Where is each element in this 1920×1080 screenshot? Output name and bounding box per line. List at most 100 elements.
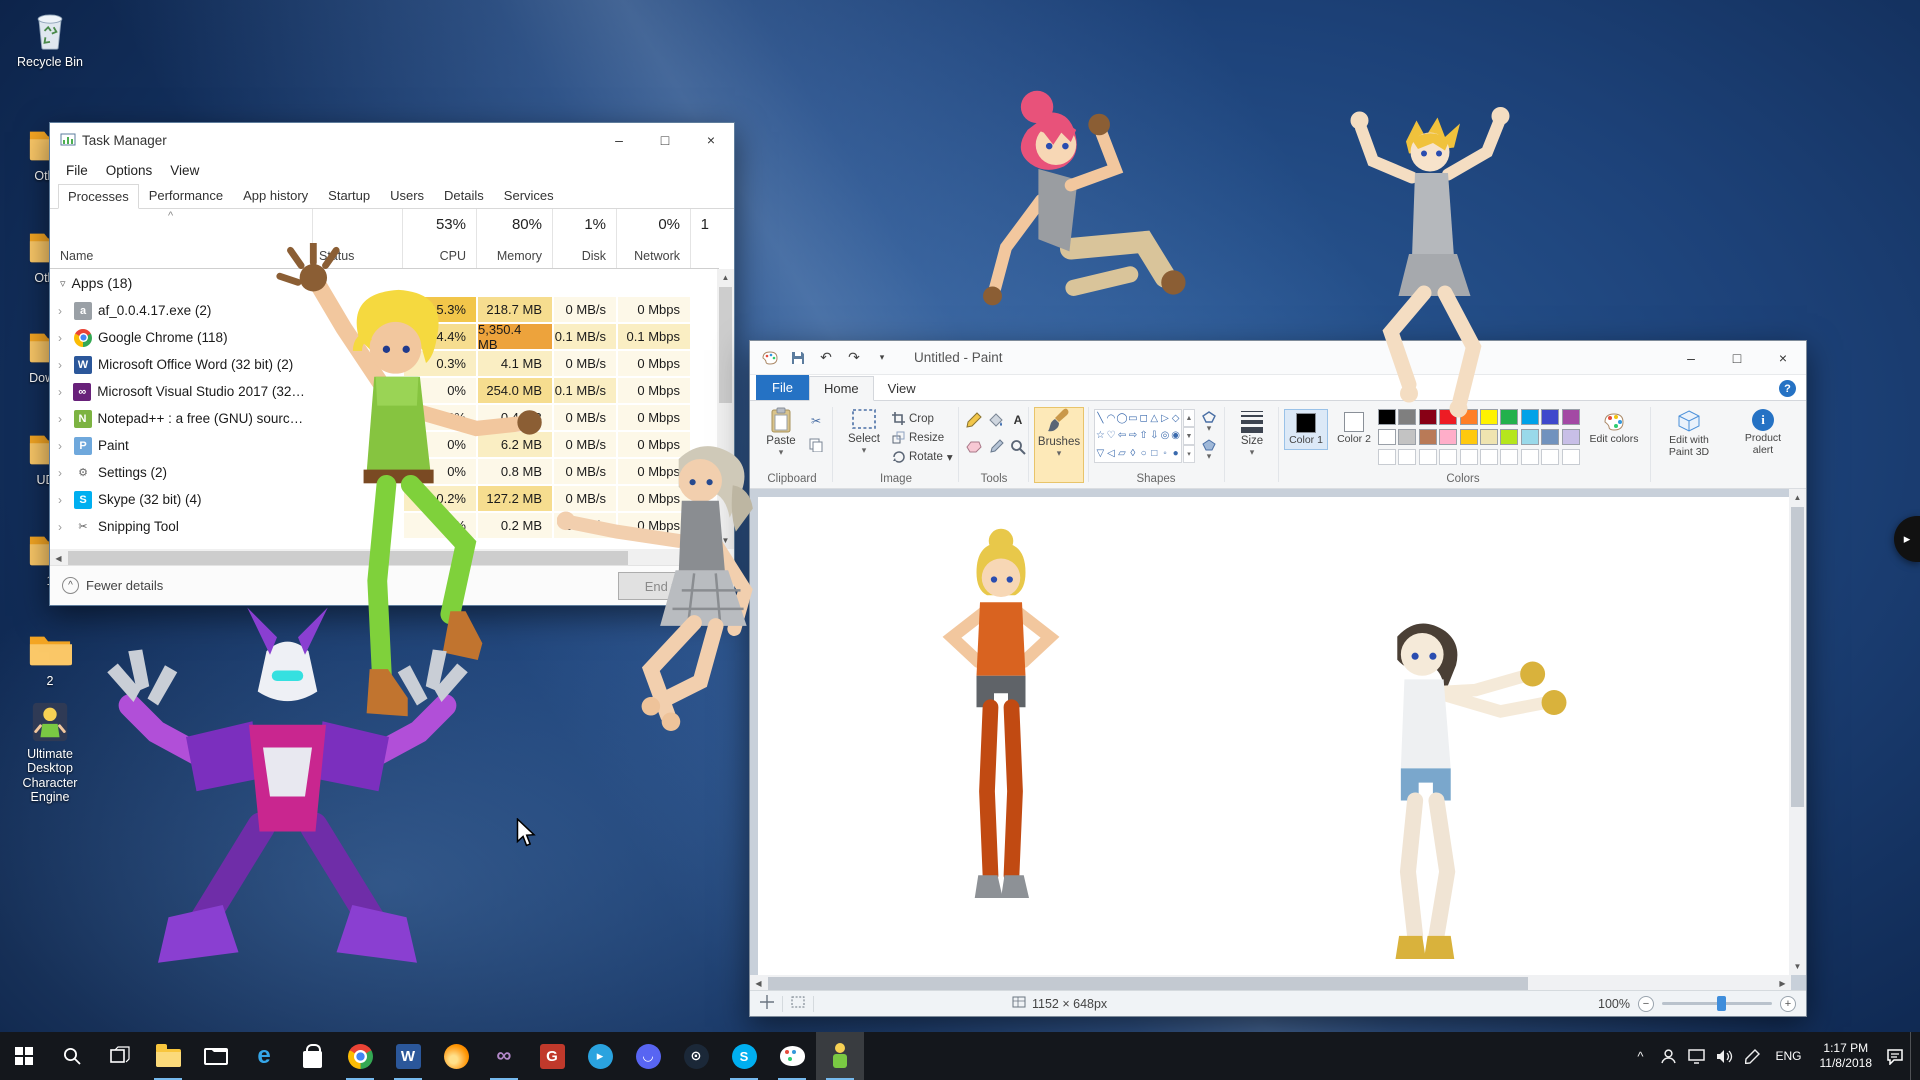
task-view-button[interactable]	[96, 1032, 144, 1080]
taskbar-app-mail[interactable]	[192, 1032, 240, 1080]
tab-performance[interactable]: Performance	[139, 183, 233, 208]
palette-swatch[interactable]	[1562, 409, 1580, 425]
redo-icon[interactable]: ↷	[844, 348, 864, 368]
taskbar-app-store[interactable]	[288, 1032, 336, 1080]
expand-icon[interactable]: ›	[58, 466, 68, 480]
paint-canvas[interactable]	[758, 497, 1791, 975]
shape-icon[interactable]: ●	[1170, 445, 1181, 462]
rotate-button[interactable]: Rotate ▾	[892, 448, 953, 465]
palette-swatch-empty[interactable]	[1541, 449, 1559, 465]
expand-icon[interactable]: ›	[58, 358, 68, 372]
taskbar-app-steam[interactable]: ⊙	[672, 1032, 720, 1080]
tab-processes[interactable]: Processes	[58, 184, 139, 209]
column-name[interactable]: Name	[60, 249, 93, 263]
shape-icon[interactable]: ◇	[1170, 410, 1181, 427]
action-center-icon[interactable]	[1882, 1032, 1908, 1080]
select-button[interactable]: Select ▾	[840, 407, 888, 454]
minimize-icon[interactable]: –	[596, 123, 642, 157]
brushes-button[interactable]: Brushes ▾	[1034, 407, 1084, 483]
shape-icon[interactable]: ▽	[1095, 445, 1106, 462]
zoom-slider-thumb[interactable]	[1717, 996, 1726, 1011]
taskbar-app-skype[interactable]: S	[720, 1032, 768, 1080]
palette-swatch-empty[interactable]	[1521, 449, 1539, 465]
shape-icon[interactable]: ☆	[1095, 427, 1106, 444]
menu-view[interactable]: View	[162, 160, 207, 181]
taskbar-app-edge[interactable]: e	[240, 1032, 288, 1080]
palette-swatch-empty[interactable]	[1500, 449, 1518, 465]
expand-icon[interactable]: ›	[58, 412, 68, 426]
shape-icon[interactable]: ▷	[1160, 410, 1171, 427]
canvas-vertical-scrollbar[interactable]: ▲ ▼	[1789, 489, 1806, 975]
scrollbar-thumb[interactable]	[768, 977, 1528, 990]
expand-icon[interactable]: ›	[58, 331, 68, 345]
palette-swatch[interactable]	[1521, 429, 1539, 445]
help-icon[interactable]: ?	[1779, 380, 1796, 397]
shape-icon[interactable]: ⇧	[1138, 427, 1149, 444]
taskbar-app-udc-engine[interactable]	[816, 1032, 864, 1080]
pencil-icon[interactable]	[964, 410, 984, 430]
shape-icon[interactable]: ♡	[1106, 427, 1117, 444]
resize-button[interactable]: Resize	[892, 429, 944, 446]
shape-fill-button[interactable]: ▾	[1198, 437, 1220, 463]
shape-icon[interactable]: ⇦	[1116, 427, 1127, 444]
taskbar-app-visual-studio[interactable]: ∞	[480, 1032, 528, 1080]
palette-swatch-empty[interactable]	[1460, 449, 1478, 465]
palette-swatch-empty[interactable]	[1480, 449, 1498, 465]
scroll-up-icon[interactable]: ▲	[717, 269, 734, 286]
crop-button[interactable]: Crop	[892, 410, 934, 427]
palette-swatch[interactable]	[1460, 429, 1478, 445]
palette-swatch-empty[interactable]	[1419, 449, 1437, 465]
shape-icon[interactable]: ▱	[1116, 445, 1127, 462]
fill-bucket-icon[interactable]	[986, 410, 1006, 430]
expand-icon[interactable]: ›	[58, 439, 68, 453]
text-tool-icon[interactable]: A	[1008, 410, 1028, 430]
shape-icon[interactable]: ◻	[1138, 410, 1149, 427]
scroll-down-icon[interactable]: ▼	[1789, 958, 1806, 975]
maximize-icon[interactable]: □	[642, 123, 688, 157]
shape-icon[interactable]: ◠	[1106, 410, 1117, 427]
palette-swatch[interactable]	[1480, 429, 1498, 445]
tab-users[interactable]: Users	[380, 183, 434, 208]
zoom-in-icon[interactable]: +	[1780, 996, 1796, 1012]
palette-swatch[interactable]	[1500, 429, 1518, 445]
monitor-icon[interactable]	[1683, 1032, 1709, 1080]
tab-home[interactable]: Home	[809, 376, 874, 401]
taskbar-app-paint[interactable]	[768, 1032, 816, 1080]
eraser-icon[interactable]	[964, 437, 984, 457]
people-icon[interactable]	[1655, 1032, 1681, 1080]
palette-swatch-empty[interactable]	[1562, 449, 1580, 465]
shape-icon[interactable]: ◊	[1128, 445, 1139, 462]
palette-swatch[interactable]	[1419, 429, 1437, 445]
shape-icon[interactable]: ◎	[1160, 427, 1171, 444]
column-disk[interactable]: 1% Disk	[552, 209, 616, 268]
show-desktop-button[interactable]	[1910, 1032, 1916, 1080]
taskbar-app-discord[interactable]: ◡	[624, 1032, 672, 1080]
desktop-icon[interactable]: 2	[8, 627, 92, 688]
palette-swatch[interactable]	[1562, 429, 1580, 445]
edit-with-paint3d-button[interactable]: Edit with Paint 3D	[1658, 409, 1720, 458]
palette-swatch-empty[interactable]	[1439, 449, 1457, 465]
pen-icon[interactable]	[1739, 1032, 1765, 1080]
menu-file[interactable]: File	[58, 160, 96, 181]
tab-startup[interactable]: Startup	[318, 183, 380, 208]
gray-dress-character[interactable]	[557, 408, 822, 748]
palette-swatch[interactable]	[1398, 429, 1416, 445]
magnifier-icon[interactable]	[1008, 437, 1028, 457]
quick-access-dropdown-icon[interactable]: ▾	[872, 348, 892, 368]
tab-services[interactable]: Services	[494, 183, 564, 208]
column-partial[interactable]: 1	[690, 209, 719, 268]
column-network[interactable]: 0% Network	[616, 209, 690, 268]
save-icon[interactable]	[788, 348, 808, 368]
expand-icon[interactable]: ›	[58, 493, 68, 507]
zoom-slider[interactable]	[1662, 1002, 1772, 1005]
tab-app-history[interactable]: App history	[233, 183, 318, 208]
expand-icon[interactable]: ›	[58, 304, 68, 318]
taskbar-app-firefox[interactable]	[432, 1032, 480, 1080]
tab-details[interactable]: Details	[434, 183, 494, 208]
scrollbar-thumb[interactable]	[1791, 507, 1804, 807]
product-alert-button[interactable]: i Product alert	[1734, 409, 1792, 456]
shape-icon[interactable]: ◉	[1170, 427, 1181, 444]
close-icon[interactable]: ×	[688, 123, 734, 157]
scroll-up-icon[interactable]: ▲	[1789, 489, 1806, 506]
clock[interactable]: 1:17 PM 11/8/2018	[1812, 1041, 1881, 1071]
